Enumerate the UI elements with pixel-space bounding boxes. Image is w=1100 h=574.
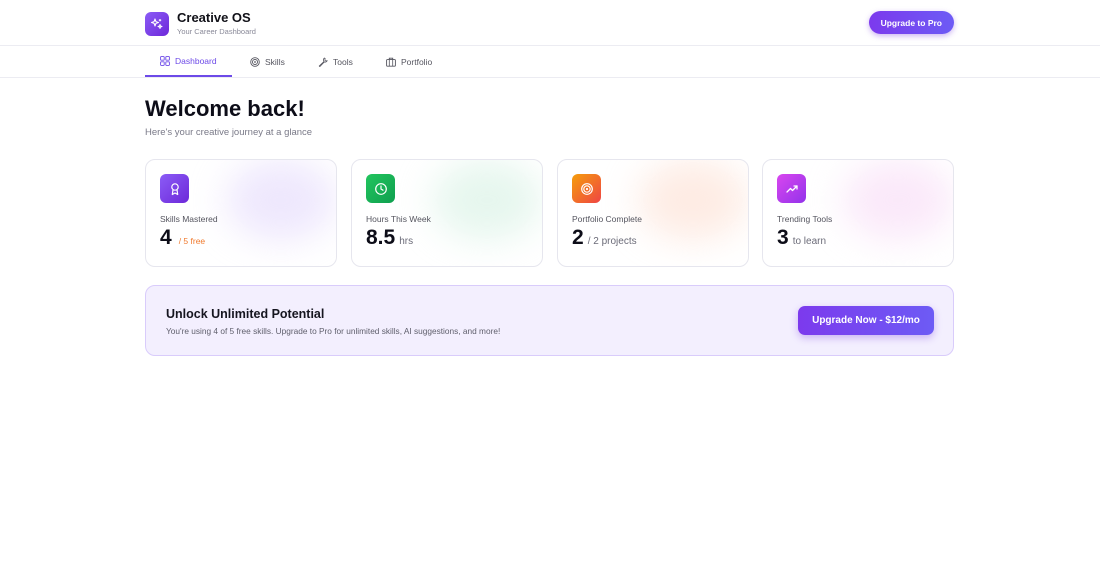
tab-dashboard[interactable]: Dashboard bbox=[145, 46, 232, 77]
stat-label: Skills Mastered bbox=[160, 214, 218, 224]
stat-value: 8.5 bbox=[366, 226, 396, 249]
stat-card-hours-this-week[interactable]: Hours This Week 8.5 hrs bbox=[351, 159, 543, 267]
app-title: Creative OS bbox=[177, 10, 251, 25]
banner-text: You're using 4 of 5 free skills. Upgrade… bbox=[166, 326, 501, 336]
target-icon bbox=[250, 56, 260, 67]
stat-label: Trending Tools bbox=[777, 214, 833, 224]
upgrade-banner: Unlock Unlimited Potential You're using … bbox=[145, 285, 954, 356]
stat-unit: / 5 free bbox=[178, 236, 206, 246]
upgrade-now-button[interactable]: Upgrade Now - $12/mo bbox=[798, 306, 934, 335]
clock-icon bbox=[366, 174, 395, 203]
tab-portfolio[interactable]: Portfolio bbox=[386, 46, 432, 77]
stat-label: Portfolio Complete bbox=[572, 214, 642, 224]
tab-skills[interactable]: Skills bbox=[250, 46, 285, 77]
tab-portfolio-label: Portfolio bbox=[401, 56, 433, 67]
stat-label: Hours This Week bbox=[366, 214, 431, 224]
upgrade-to-pro-button[interactable]: Upgrade to Pro bbox=[868, 11, 954, 34]
tab-tools-label: Tools bbox=[333, 56, 353, 67]
briefcase-icon bbox=[386, 57, 396, 67]
tab-bar: Dashboard Skills Tools Portfolio bbox=[0, 46, 1100, 78]
tab-tools[interactable]: Tools bbox=[318, 46, 353, 77]
app-header: Creative OS Your Career Dashboard Upgrad… bbox=[0, 0, 1100, 46]
stat-card-trending-tools[interactable]: Trending Tools 3 to learn bbox=[762, 159, 954, 267]
stat-card-portfolio-complete[interactable]: Portfolio Complete 2 / 2 projects bbox=[557, 159, 749, 267]
page-title: Welcome back! bbox=[145, 96, 305, 121]
stat-unit: to learn bbox=[792, 236, 827, 247]
sparkles-icon bbox=[145, 11, 169, 36]
banner-title: Unlock Unlimited Potential bbox=[166, 307, 325, 321]
stat-value: 3 bbox=[777, 226, 789, 249]
brand[interactable]: Creative OS Your Career Dashboard bbox=[145, 11, 256, 36]
stat-unit: hrs bbox=[399, 236, 414, 247]
grid-icon bbox=[160, 55, 170, 66]
stat-value: 2 bbox=[572, 226, 584, 249]
trending-up-icon bbox=[777, 174, 806, 203]
tab-dashboard-label: Dashboard bbox=[175, 55, 217, 66]
stat-unit: / 2 projects bbox=[587, 236, 637, 247]
target-icon bbox=[572, 174, 601, 203]
page-subtitle: Here's your creative journey at a glance bbox=[145, 127, 313, 138]
award-icon bbox=[160, 174, 189, 203]
stat-value: 4 bbox=[160, 226, 172, 249]
app-subtitle: Your Career Dashboard bbox=[177, 27, 256, 36]
wrench-icon bbox=[318, 57, 328, 67]
tab-skills-label: Skills bbox=[265, 56, 285, 67]
stat-card-skills-mastered[interactable]: Skills Mastered 4 / 5 free bbox=[145, 159, 337, 267]
